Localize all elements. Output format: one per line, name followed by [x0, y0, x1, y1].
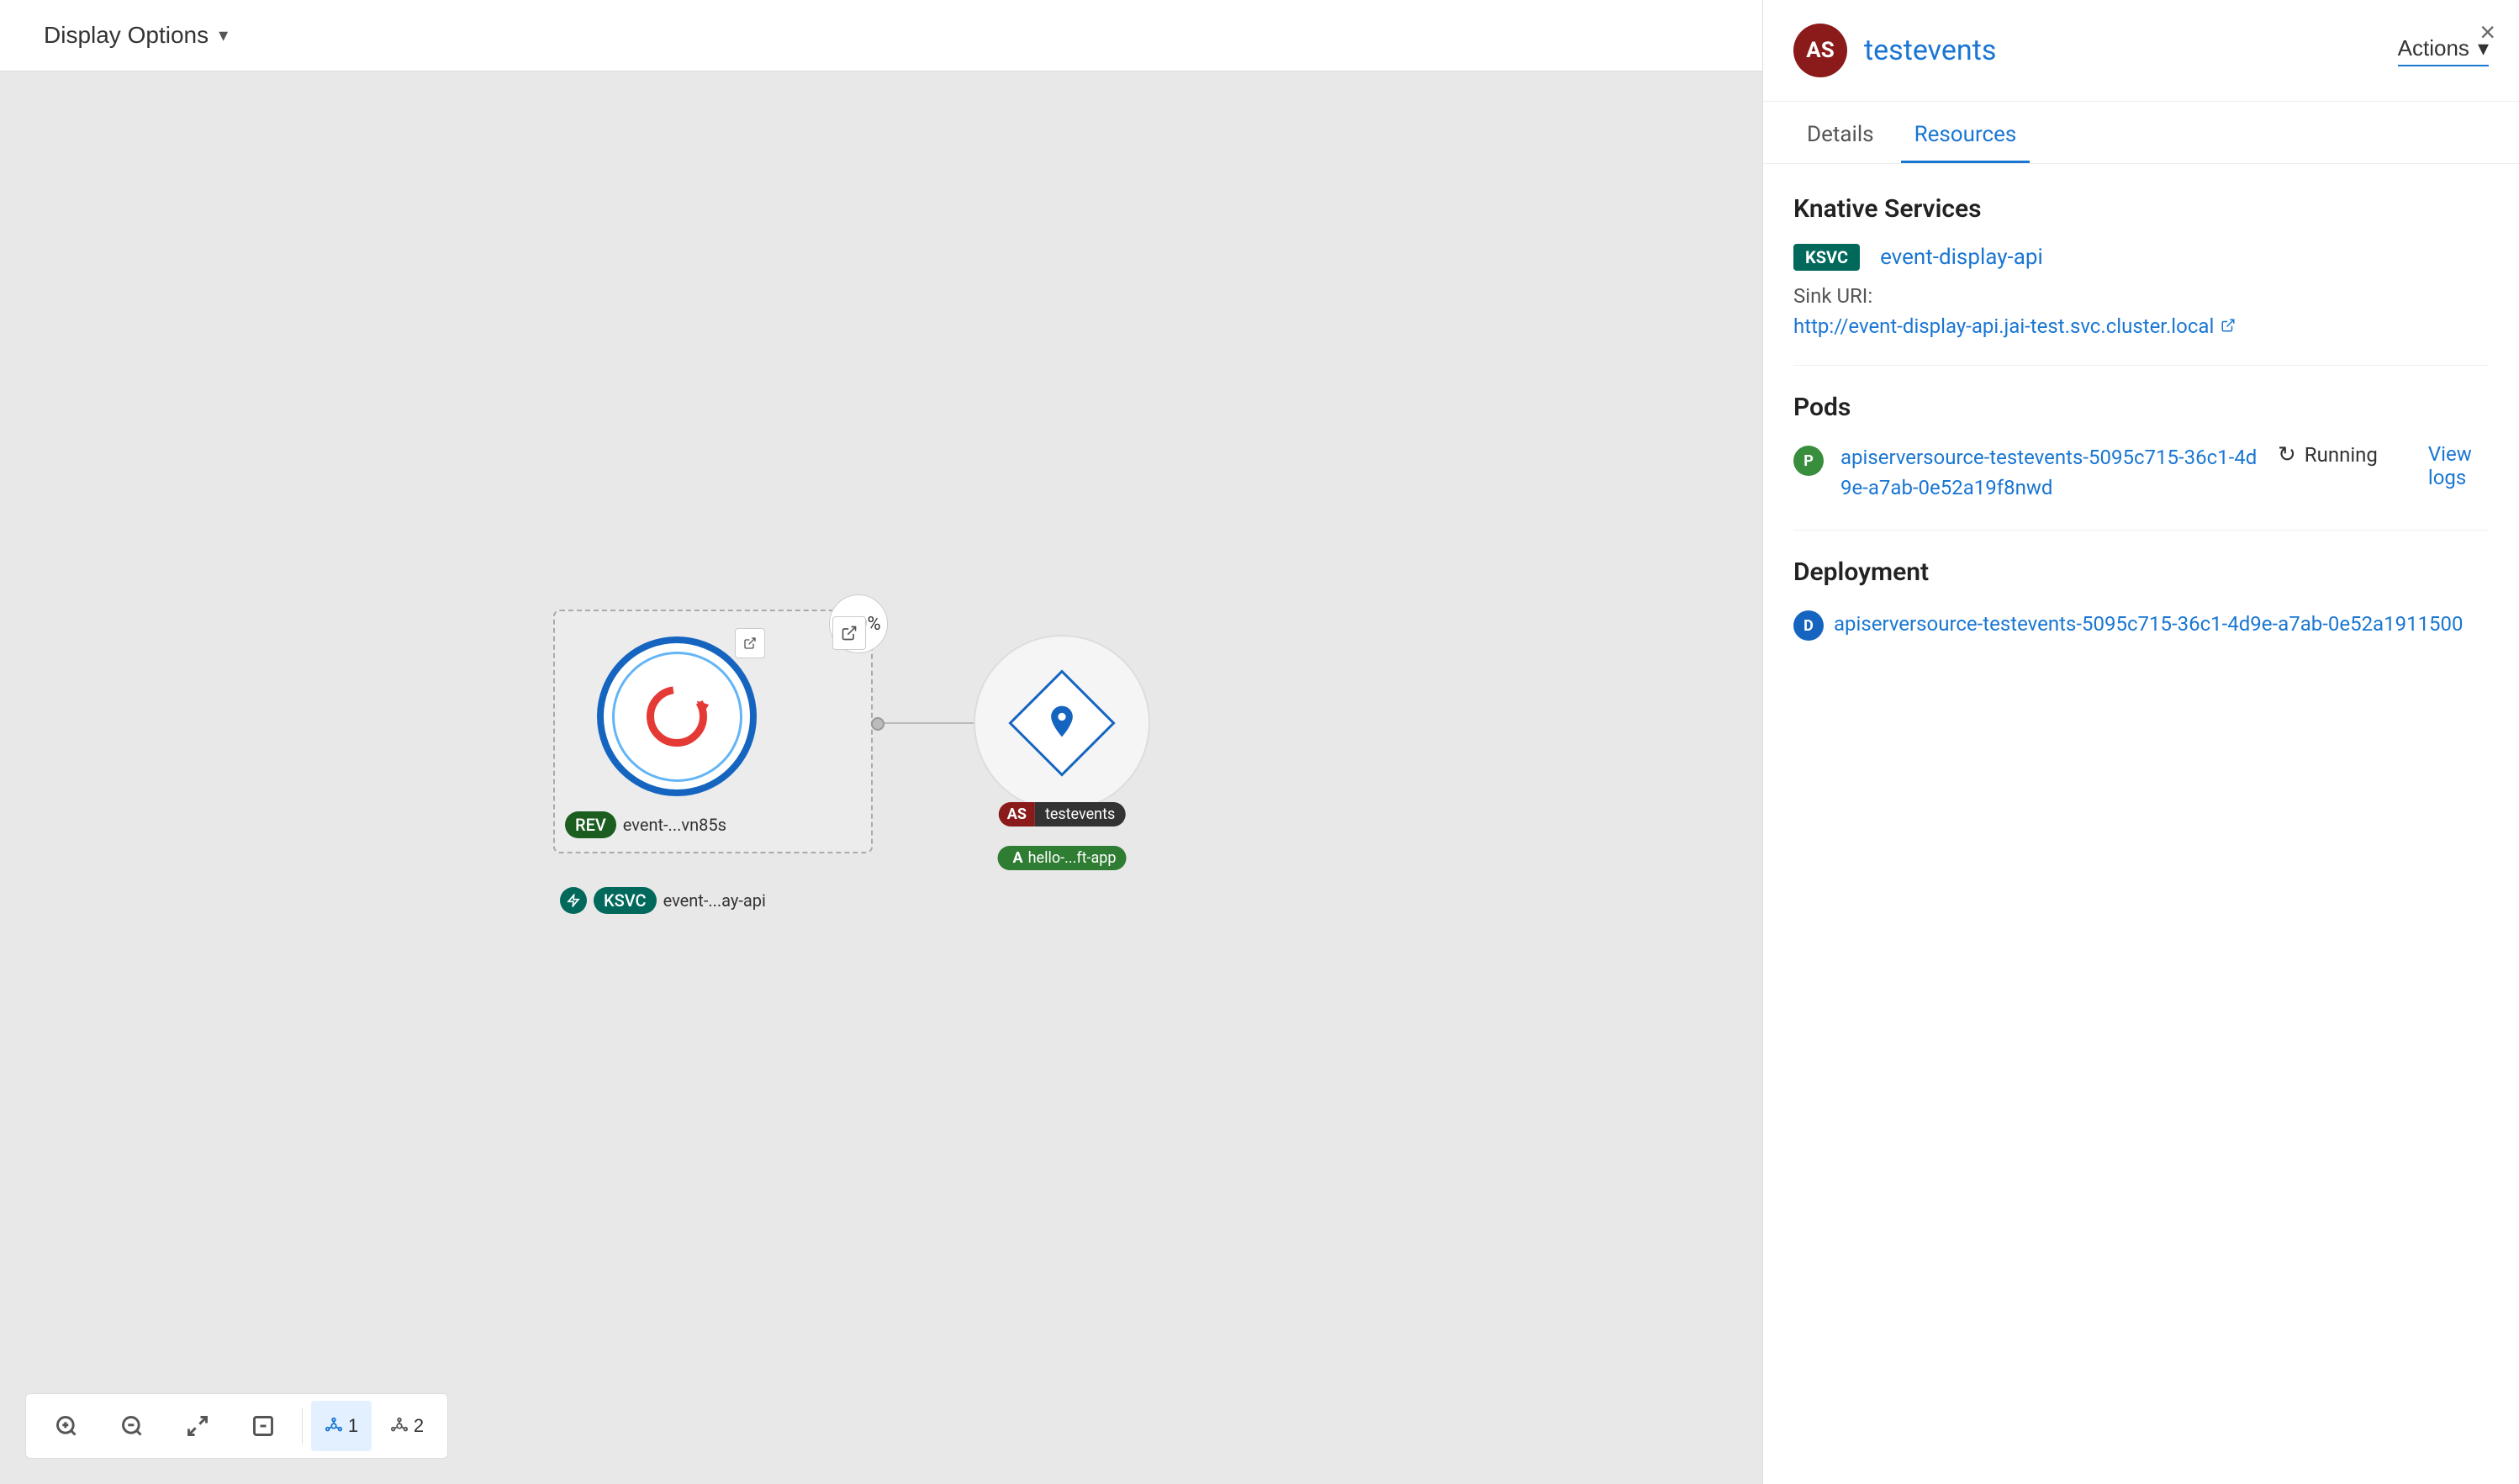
- zoom-in-button[interactable]: [36, 1401, 97, 1451]
- pod-row: P apiserversource-testevents-5095c715-36…: [1793, 442, 2489, 503]
- node-filter-1-button[interactable]: 1: [311, 1401, 372, 1451]
- view-logs-link[interactable]: View logs: [2428, 442, 2489, 489]
- circle-name: testevents: [1035, 802, 1125, 826]
- circle-as-badge: AS: [999, 802, 1035, 826]
- ksvc-service-row: KSVC event-display-api: [1793, 244, 2489, 271]
- panel-title: testevents: [1864, 34, 1996, 67]
- ksvc-row: KSVC event-...ay-api: [560, 887, 766, 914]
- connector-line: [877, 722, 978, 724]
- deployment-row: D apiserversource-testevents-5095c715-36…: [1793, 607, 2489, 641]
- a-badge: A: [1008, 849, 1028, 867]
- ksvc-label: event-...ay-api: [663, 890, 766, 911]
- panel-header: AS testevents Actions ▾ ×: [1763, 0, 2519, 102]
- node-filter-2-button[interactable]: 2: [377, 1401, 437, 1451]
- pod-p-badge: P: [1793, 446, 1824, 476]
- bottom-node-label: hello-...ft-app: [1028, 849, 1117, 867]
- zoom-out-button[interactable]: [102, 1401, 162, 1451]
- revision-label: event-...vn85s: [623, 815, 726, 835]
- deployment-title: Deployment: [1793, 557, 2489, 587]
- circle-node[interactable]: AS testevents A hello-...ft-app: [974, 635, 1150, 811]
- tab-resources[interactable]: Resources: [1901, 102, 2031, 163]
- actions-button[interactable]: Actions ▾: [2398, 35, 2489, 66]
- external-link-icon: [2221, 314, 2236, 338]
- pod-name-link[interactable]: apiserversource-testevents-5095c715-36c1…: [1840, 442, 2261, 503]
- section-divider-1: [1793, 365, 2489, 366]
- canvas-area: 100%: [0, 71, 1762, 1484]
- pods-title: Pods: [1793, 393, 2489, 422]
- connector-dot: [871, 717, 885, 731]
- sink-uri-link[interactable]: http://event-display-api.jai-test.svc.cl…: [1793, 314, 2489, 338]
- toolbar-divider: [302, 1407, 303, 1444]
- deployment-d-badge: D: [1793, 610, 1824, 641]
- service-name-link[interactable]: event-display-api: [1880, 245, 2043, 270]
- external-link-icon[interactable]: [832, 616, 866, 650]
- dashed-group-node: 100%: [553, 610, 873, 853]
- revision-node[interactable]: [597, 636, 757, 796]
- ksvc-panel-badge: KSVC: [1793, 244, 1860, 271]
- panel-tabs: Details Resources: [1763, 102, 2519, 164]
- running-spinner-icon: ↻: [2278, 442, 2296, 467]
- fit-to-screen-button[interactable]: [167, 1401, 228, 1451]
- tab-details[interactable]: Details: [1793, 102, 1888, 163]
- ksvc-badge: KSVC: [594, 887, 657, 914]
- display-options-label: Display Options: [44, 22, 209, 49]
- bottom-toolbar: 1 2: [25, 1393, 448, 1459]
- rev-badge: REV: [565, 811, 616, 838]
- sink-uri-label: Sink URI:: [1793, 284, 2489, 308]
- panel-content: Knative Services KSVC event-display-api …: [1763, 164, 2519, 1480]
- pod-status: ↻ Running: [2278, 442, 2378, 467]
- section-divider-2: [1793, 530, 2489, 531]
- collapse-button[interactable]: [233, 1401, 293, 1451]
- panel-as-badge: AS: [1793, 24, 1847, 77]
- chevron-down-icon: ▾: [219, 24, 228, 46]
- deployment-name-link[interactable]: apiserversource-testevents-5095c715-36c1…: [1834, 612, 2464, 636]
- close-panel-button[interactable]: ×: [2479, 17, 2495, 48]
- right-panel: AS testevents Actions ▾ × Details Resour…: [1762, 0, 2519, 1484]
- display-options-button[interactable]: Display Options ▾: [34, 15, 238, 55]
- knative-services-title: Knative Services: [1793, 194, 2489, 224]
